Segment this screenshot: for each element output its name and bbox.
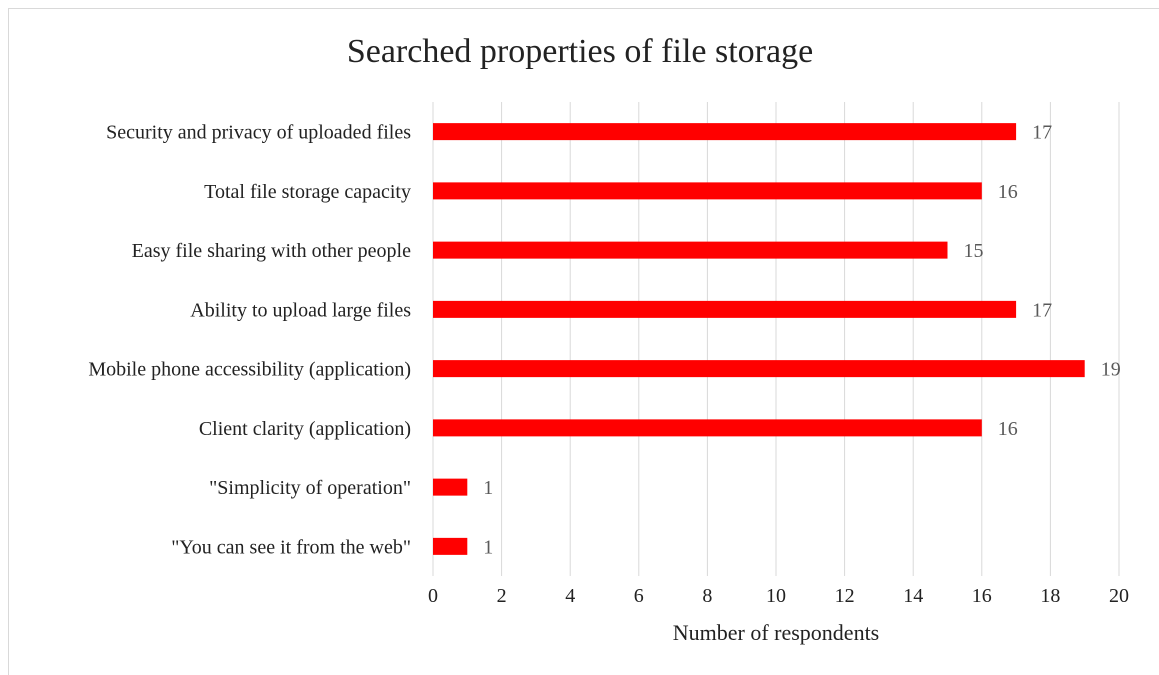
x-tick-label: 20 — [1109, 585, 1129, 607]
x-tick-label: 6 — [634, 585, 644, 607]
category-label: "You can see it from the web" — [171, 536, 411, 558]
chart-container: 0 2 4 6 8 10 12 14 16 18 20 Security and privacy of… — [0, 0, 1159, 675]
category-label: Total file storage capacity — [204, 181, 411, 203]
bar — [433, 360, 1085, 378]
x-tick-label: 18 — [1040, 585, 1060, 607]
x-tick-label: 10 — [766, 585, 786, 607]
category-label: Mobile phone accessibility (application) — [88, 359, 411, 381]
x-tick-label: 0 — [428, 585, 438, 607]
bar — [433, 537, 468, 555]
bar — [433, 300, 1017, 318]
bar — [433, 241, 948, 259]
data-label: 1 — [483, 477, 493, 499]
category-label: "Simplicity of operation" — [209, 477, 411, 499]
data-label: 16 — [998, 181, 1018, 203]
data-label: 17 — [1032, 122, 1052, 144]
x-tick-label: 4 — [565, 585, 575, 607]
category-label: Security and privacy of uploaded files — [106, 122, 411, 144]
bar — [433, 123, 1017, 141]
x-axis-title: Number of respondents — [673, 620, 880, 645]
chart-title: Searched properties of file storage — [347, 33, 813, 70]
bars — [433, 123, 1085, 555]
x-tick-label: 2 — [497, 585, 507, 607]
x-tick-label: 8 — [702, 585, 712, 607]
bar — [433, 182, 982, 200]
x-tick-label: 12 — [835, 585, 855, 607]
x-tick-label: 14 — [903, 585, 923, 607]
category-label: Ability to upload large files — [190, 299, 411, 321]
bar-chart: 0 2 4 6 8 10 12 14 16 18 20 Security and privacy of… — [88, 33, 1129, 645]
gridlines — [432, 102, 1120, 576]
bar — [433, 478, 468, 496]
category-label: Client clarity (application) — [199, 418, 411, 440]
category-label: Easy file sharing with other people — [132, 240, 411, 262]
data-label: 1 — [483, 536, 493, 558]
data-label: 17 — [1032, 299, 1052, 321]
data-label: 19 — [1101, 359, 1121, 381]
data-label: 15 — [964, 240, 984, 262]
data-label: 16 — [998, 418, 1018, 440]
x-tick-label: 16 — [972, 585, 992, 607]
bar — [433, 419, 982, 437]
